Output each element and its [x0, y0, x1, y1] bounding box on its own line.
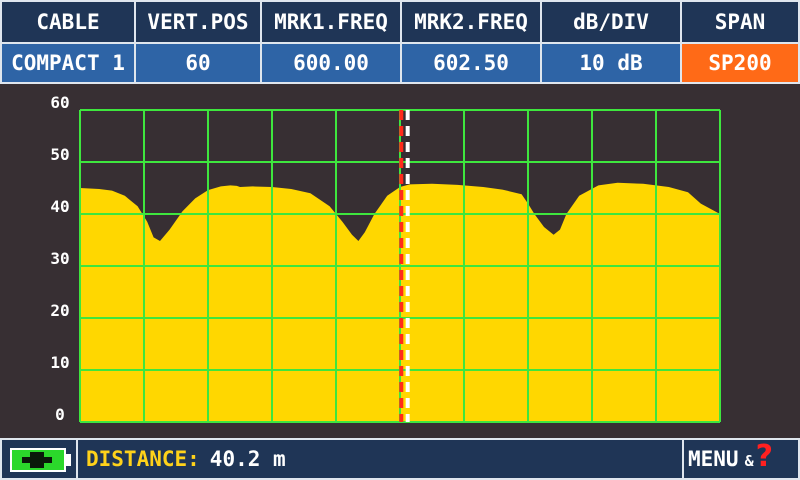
header-value-vert-pos[interactable]: 60	[136, 44, 260, 82]
header-value-cable[interactable]: COMPACT 1	[2, 44, 134, 82]
header-label-mrk1-freq: MRK1.FREQ	[262, 2, 400, 42]
header-label-vert-pos: VERT.POS	[136, 2, 260, 42]
header-value-mrk2-freq[interactable]: 602.50	[402, 44, 540, 82]
header-value-span[interactable]: SP200	[682, 44, 798, 82]
battery-tip-icon	[66, 454, 71, 466]
y-tick-label: 20	[50, 301, 69, 320]
header-label-cable: CABLE	[2, 2, 134, 42]
header-label-db-div: dB/DIV	[542, 2, 680, 42]
header-label-span: SPAN	[682, 2, 798, 42]
distance-readout: DISTANCE: 40.2 m	[78, 440, 682, 478]
spectrum-chart-svg: 60 50 40 30 20 10 0	[50, 93, 721, 424]
battery-status	[2, 440, 76, 478]
spectrum-chart: 60 50 40 30 20 10 0	[0, 90, 800, 435]
y-tick-label: 10	[50, 353, 69, 372]
header-label-mrk2-freq: MRK2.FREQ	[402, 2, 540, 42]
y-tick-label: 40	[50, 197, 69, 216]
menu-label: MENU	[688, 447, 739, 471]
charging-plug-icon	[22, 452, 52, 468]
y-tick-label: 60	[50, 93, 69, 112]
header-value-db-div[interactable]: 10 dB	[542, 44, 680, 82]
y-tick-label: 30	[50, 249, 69, 268]
y-tick-label: 0	[55, 405, 65, 424]
header-table: CABLE COMPACT 1 VERT.POS 60 MRK1.FREQ 600.00 M…	[0, 0, 800, 84]
menu-amp: &	[744, 452, 754, 470]
help-icon: ?	[755, 438, 774, 474]
y-tick-label: 50	[50, 145, 69, 164]
distance-value: 40.2 m	[209, 447, 286, 471]
footer-bar: DISTANCE: 40.2 m MENU & ?	[0, 438, 800, 480]
distance-label: DISTANCE:	[86, 447, 200, 471]
menu-help-button[interactable]: MENU & ?	[684, 438, 798, 478]
header-value-mrk1-freq[interactable]: 600.00	[262, 44, 400, 82]
